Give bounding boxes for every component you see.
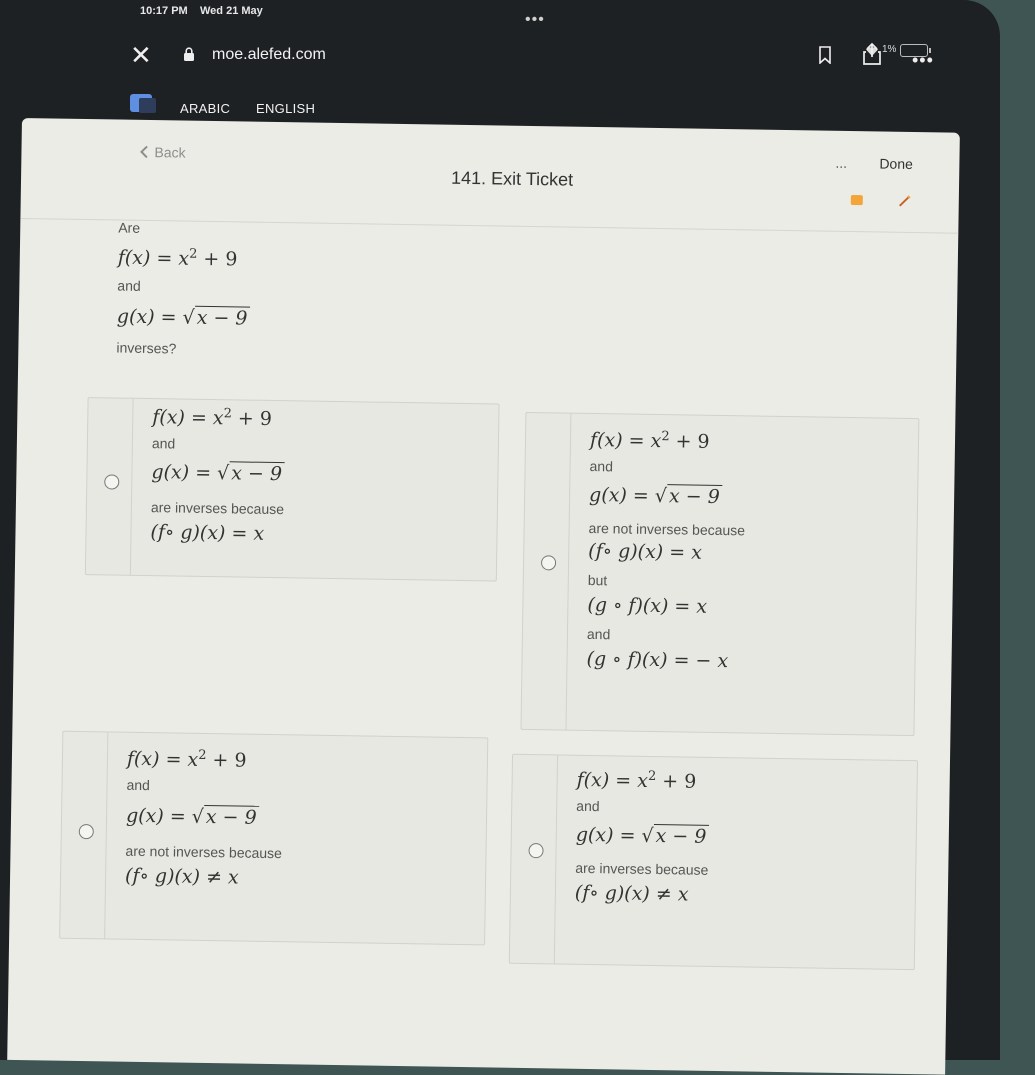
option-composition: (f∘ g)(x) = x — [150, 521, 265, 545]
option-f-equation: f(x) = x2 + 9 — [576, 768, 697, 793]
option-g-equation: g(x) = √x − 9 — [576, 824, 709, 848]
option-composition: (f∘ g)(x) ≠ x — [574, 881, 689, 906]
translate-icon[interactable] — [130, 94, 156, 113]
answer-option-d[interactable]: f(x) = x2 + 9 and g(x) = √x − 9 are inve… — [508, 753, 919, 971]
option-composition: (f∘ g)(x) ≠ x — [124, 864, 239, 889]
multitasking-dots-icon[interactable]: ••• — [525, 12, 555, 28]
option-but: but — [587, 571, 608, 589]
option-and: and — [589, 457, 614, 475]
answer-option-c[interactable]: f(x) = x2 + 9 and g(x) = √x − 9 are not … — [59, 730, 489, 946]
exit-ticket-sheet: Back 141. Exit Ticket ... Done Are f(x) … — [7, 118, 960, 1075]
option-gutter — [521, 412, 572, 730]
option-and-2: and — [586, 625, 611, 643]
question-and: and — [117, 277, 141, 294]
done-button[interactable]: Done — [879, 155, 913, 172]
question-g-equation: g(x) = √x − 9 — [117, 306, 250, 330]
chevron-left-icon — [140, 145, 148, 159]
option-reason: are not inverses because — [125, 842, 283, 862]
option-reason: are inverses because — [575, 859, 709, 878]
page-title: 141. Exit Ticket — [450, 167, 574, 190]
option-f-equation: f(x) = x2 + 9 — [152, 406, 273, 431]
answer-option-b[interactable]: f(x) = x2 + 9 and g(x) = √x − 9 are not … — [520, 411, 920, 737]
status-bar: 10:17 PM Wed 21 May ••• — [0, 0, 990, 28]
status-date: Wed 21 May — [200, 5, 263, 17]
answer-option-a[interactable]: f(x) = x2 + 9 and g(x) = √x − 9 are inve… — [84, 397, 500, 582]
option-and: and — [126, 776, 151, 794]
back-label: Back — [154, 144, 186, 161]
bookmark-icon[interactable] — [818, 46, 832, 69]
url-text[interactable]: moe.alefed.com — [212, 46, 326, 64]
tablet-screen: 10:17 PM Wed 21 May ••• 1% ✕ moe.alefed.… — [0, 0, 1000, 1075]
option-f-equation: f(x) = x2 + 9 — [126, 747, 247, 772]
browser-address-bar: ✕ moe.alefed.com — [0, 34, 990, 82]
option-and: and — [151, 435, 176, 452]
pencil-icon[interactable] — [898, 194, 912, 213]
option-composition-1: (f∘ g)(x) = x — [588, 539, 703, 564]
flag-icon[interactable] — [850, 195, 863, 206]
question-suffix: inverses? — [116, 339, 177, 357]
question-f-equation: f(x) = x2 + 9 — [117, 246, 238, 271]
option-g-equation: g(x) = √x − 9 — [151, 461, 285, 486]
option-f-equation: f(x) = x2 + 9 — [589, 429, 710, 453]
option-g-equation: g(x) = √x − 9 — [589, 484, 722, 509]
status-time: 10:17 PM — [140, 5, 188, 17]
option-and: and — [576, 797, 600, 815]
lock-icon — [183, 47, 195, 66]
sheet-header: Back 141. Exit Ticket ... Done — [20, 118, 960, 234]
option-g-equation: g(x) = √x − 9 — [126, 805, 259, 829]
sheet-more-icon[interactable]: ... — [835, 155, 847, 171]
option-composition-2: (g ∘ f)(x) = x — [587, 593, 708, 618]
option-reason: are not inverses because — [588, 519, 746, 539]
option-reason: are inverses because — [150, 499, 285, 518]
option-gutter — [509, 754, 559, 964]
option-composition-3: (g ∘ f)(x) = − x — [586, 647, 729, 673]
tab-arabic[interactable]: ARABIC — [175, 101, 241, 125]
tab-english[interactable]: ENGLISH — [256, 101, 315, 116]
more-options-icon[interactable]: ••• — [912, 50, 934, 71]
question-prefix: Are — [118, 219, 141, 236]
share-icon[interactable] — [862, 42, 882, 71]
back-button[interactable]: Back — [139, 144, 186, 161]
close-icon[interactable]: ✕ — [130, 42, 152, 68]
